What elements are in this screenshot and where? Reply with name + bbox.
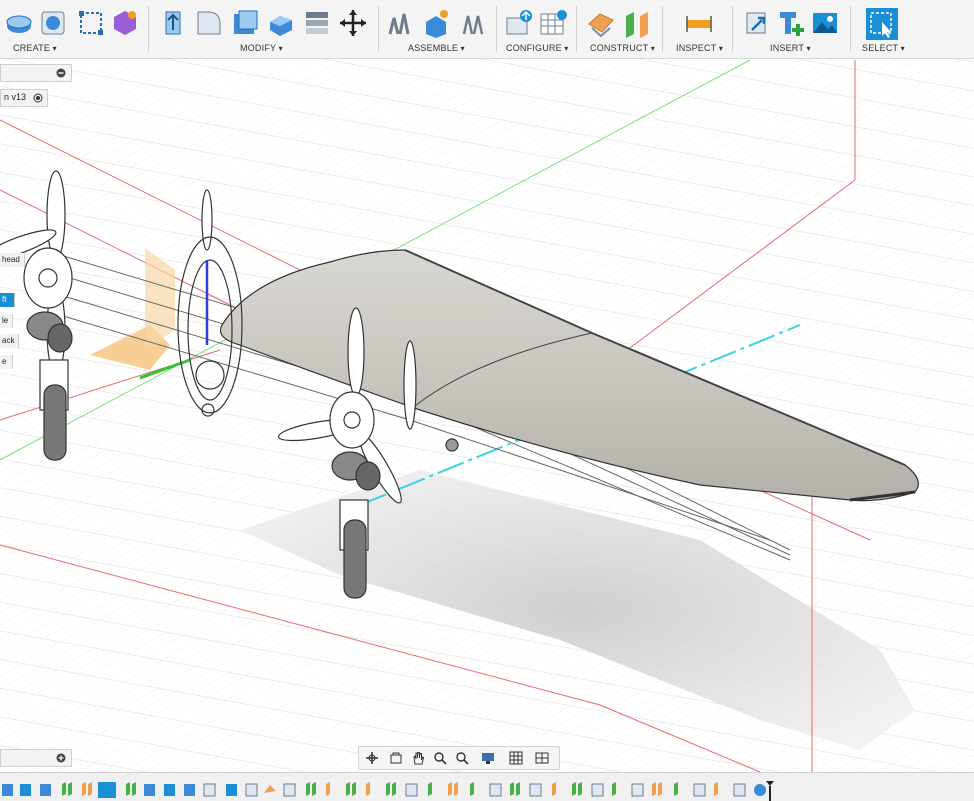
- browser-item-le[interactable]: le: [0, 314, 13, 328]
- select-menu-label[interactable]: SELECT: [862, 43, 905, 53]
- zoom-fit-icon[interactable]: [433, 751, 447, 765]
- timeline-feature-icons: [2, 782, 766, 798]
- insert-component-icon[interactable]: [776, 8, 806, 38]
- configure-menu-label[interactable]: CONFIGURE: [506, 43, 568, 53]
- comments-panel[interactable]: [0, 749, 72, 767]
- insert-menu-label[interactable]: INSERT: [770, 43, 811, 53]
- form-icon[interactable]: [110, 8, 140, 38]
- toolbar-group-construct: CONSTRUCT: [578, 0, 658, 58]
- inspect-menu-label[interactable]: INSPECT: [676, 43, 723, 53]
- move-icon[interactable]: [338, 8, 368, 38]
- toolbar-separator: [732, 6, 733, 52]
- timeline-features[interactable]: [0, 773, 974, 801]
- canvas-viewport[interactable]: n v13 head ft le ack e: [0, 59, 974, 772]
- sketch-icon[interactable]: [76, 8, 106, 38]
- revolve-icon[interactable]: [38, 8, 68, 38]
- display-icon[interactable]: [481, 751, 495, 765]
- toolbar-separator: [148, 6, 149, 52]
- browser-panel-header[interactable]: [0, 64, 72, 82]
- modify-menu-label[interactable]: MODIFY: [240, 43, 283, 53]
- toolbar-separator: [496, 6, 497, 52]
- select-box-icon[interactable]: [866, 8, 898, 40]
- toolbar-group-assemble: ASSEMBLE: [380, 0, 494, 58]
- press-pull-icon[interactable]: [158, 8, 188, 38]
- table-icon[interactable]: [538, 8, 568, 38]
- toolbar-separator: [576, 6, 577, 52]
- add-comment-icon[interactable]: [56, 753, 66, 763]
- timeline: [0, 772, 974, 801]
- view-icon[interactable]: [389, 751, 403, 765]
- toolbar-group-create: CREATE: [0, 0, 70, 58]
- timeline-marker[interactable]: [766, 781, 774, 801]
- collapse-icon[interactable]: [56, 68, 66, 78]
- toolbar: CREATE MODIFY ASSEMBLE CONFIGURE CONSTRU…: [0, 0, 974, 59]
- browser-item-e[interactable]: e: [0, 355, 13, 369]
- joint-icon[interactable]: [386, 8, 416, 38]
- viewports-icon[interactable]: [535, 751, 549, 765]
- as-built-joint-icon[interactable]: [422, 8, 452, 38]
- assemble-menu-label[interactable]: ASSEMBLE: [408, 43, 465, 53]
- scale-icon[interactable]: [302, 8, 332, 38]
- navigation-bar: [358, 746, 560, 770]
- motion-link-icon[interactable]: [458, 8, 488, 38]
- toolbar-group-inspect: INSPECT: [664, 0, 730, 58]
- shell-icon[interactable]: [230, 8, 260, 38]
- configure-icon[interactable]: [504, 8, 534, 38]
- toolbar-separator: [850, 6, 851, 52]
- create-menu-label[interactable]: CREATE: [13, 43, 57, 53]
- insert-image-icon[interactable]: [810, 8, 840, 38]
- toolbar-separator: [662, 6, 663, 52]
- orbit-icon[interactable]: [365, 751, 379, 765]
- fillet-icon[interactable]: [194, 8, 224, 38]
- toolbar-group-modify: MODIFY: [150, 0, 378, 58]
- midplane-icon[interactable]: [622, 8, 652, 38]
- offset-plane-icon[interactable]: [586, 8, 616, 38]
- toolbar-group-configure: CONFIGURE: [498, 0, 572, 58]
- browser-item-ack[interactable]: ack: [0, 334, 19, 348]
- toolbar-group-select: SELECT: [852, 0, 912, 58]
- activate-icon[interactable]: [33, 93, 43, 103]
- insert-link-icon[interactable]: [742, 8, 772, 38]
- pan-icon[interactable]: [411, 751, 425, 765]
- zoom-icon[interactable]: [455, 751, 469, 765]
- component-tab[interactable]: n v13: [0, 89, 48, 107]
- combine-icon[interactable]: [266, 8, 296, 38]
- measure-icon[interactable]: [684, 8, 714, 38]
- toolbar-group-insert: INSERT: [734, 0, 848, 58]
- toolbar-separator: [378, 6, 379, 52]
- grid-icon[interactable]: [509, 751, 523, 765]
- browser-item-head[interactable]: head: [0, 253, 25, 267]
- component-tab-label: n v13: [4, 92, 27, 102]
- extrude-icon[interactable]: [4, 8, 34, 38]
- scene[interactable]: [0, 59, 974, 772]
- construct-menu-label[interactable]: CONSTRUCT: [590, 43, 655, 53]
- browser-item-ft[interactable]: ft: [0, 293, 15, 307]
